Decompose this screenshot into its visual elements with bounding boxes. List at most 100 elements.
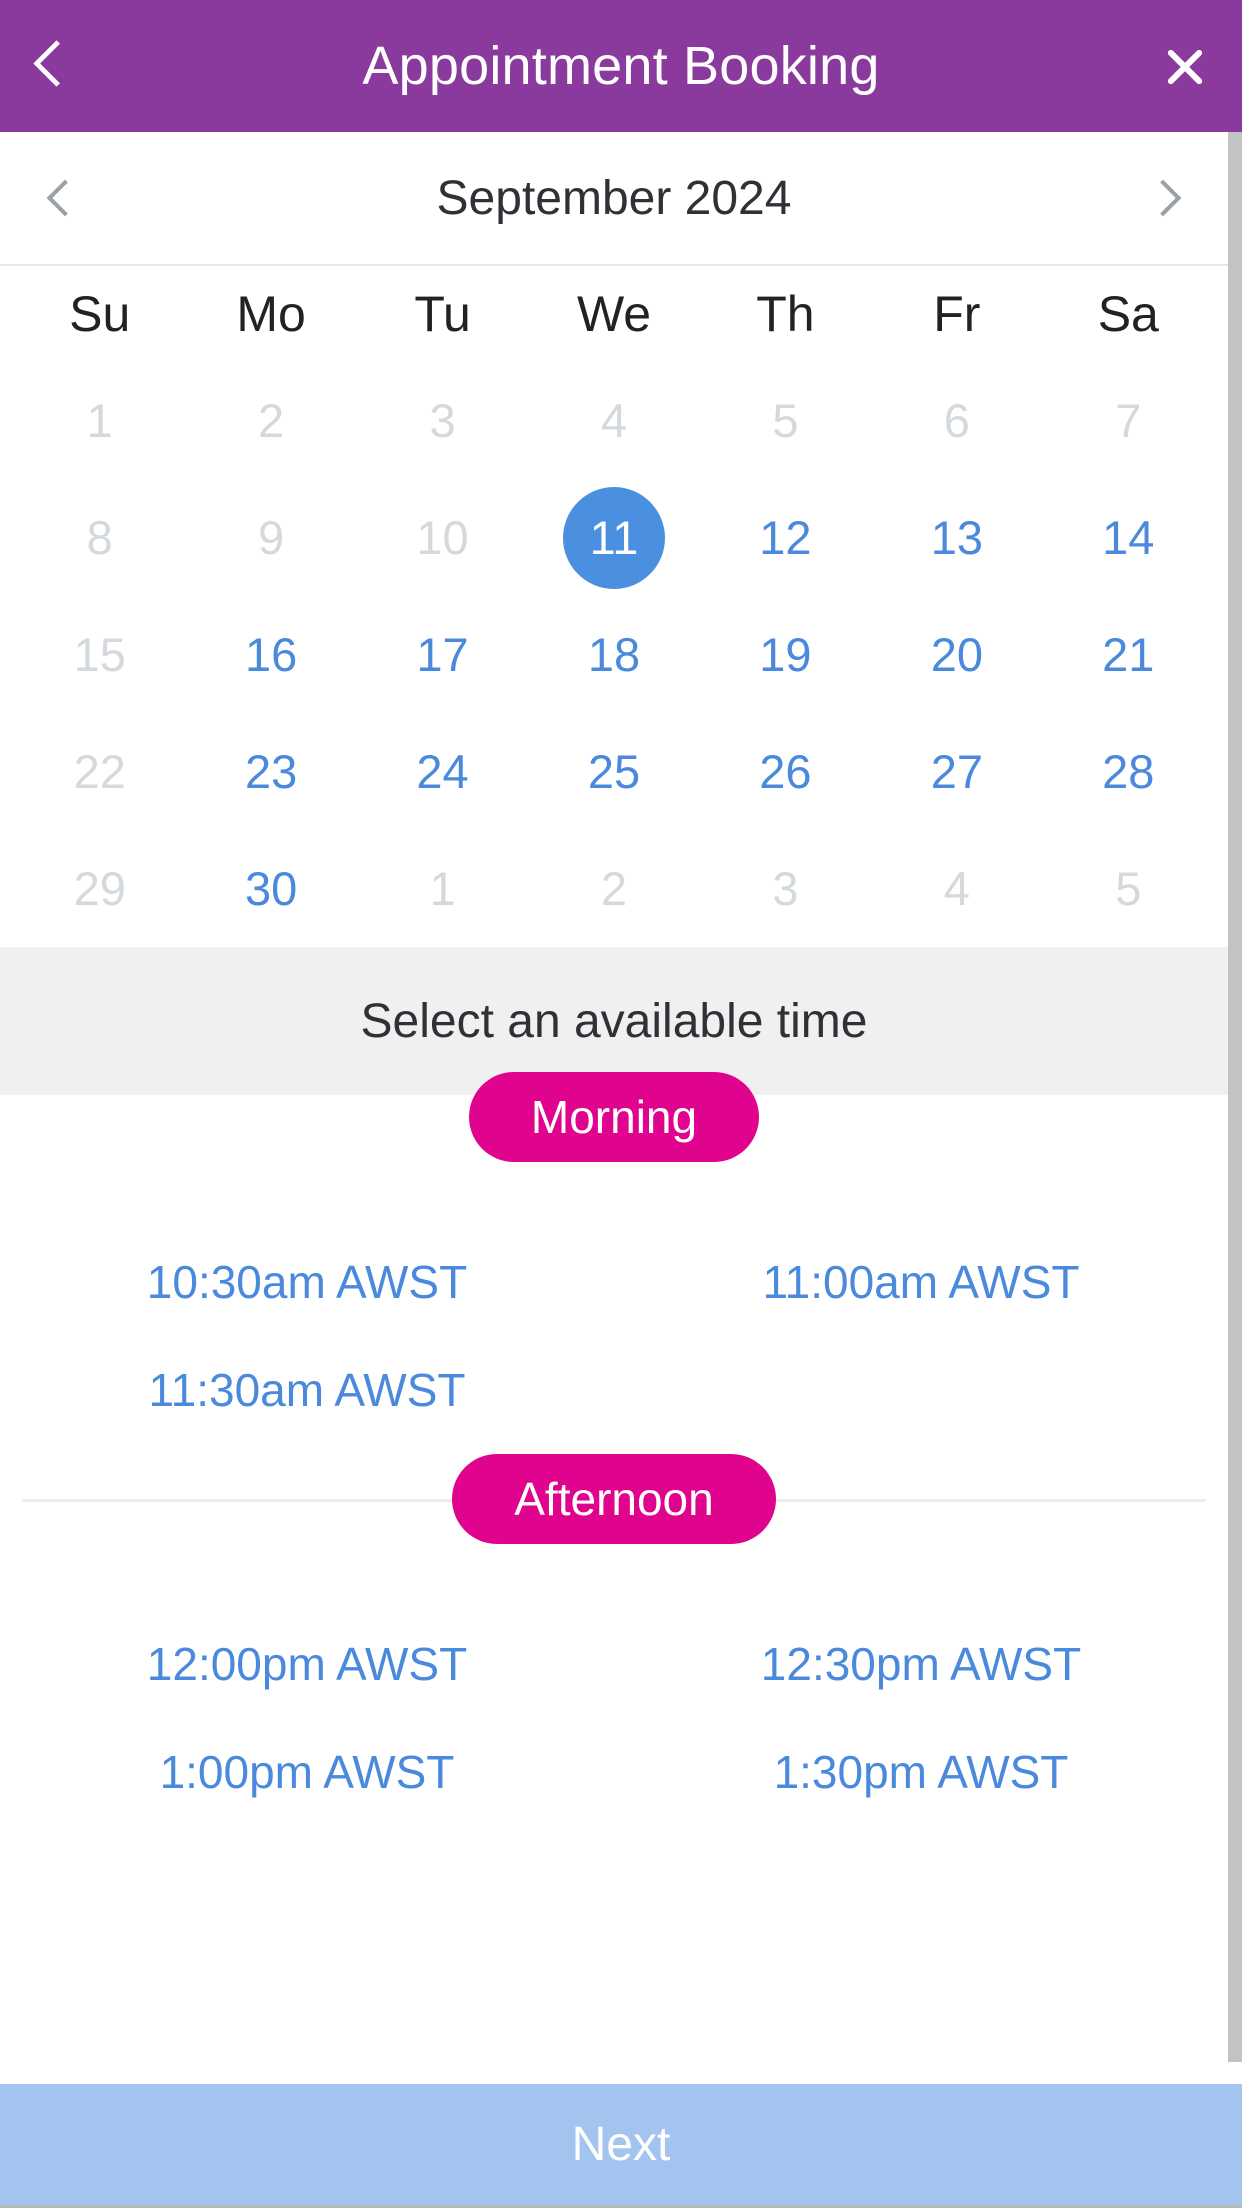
calendar-day-cell[interactable]: 26 [700, 713, 871, 830]
calendar-day-cell[interactable]: 14 [1043, 479, 1214, 596]
page-title: Appointment Booking [362, 36, 880, 96]
calendar-day-cell[interactable]: 21 [1043, 596, 1214, 713]
calendar-day-3: 3 [429, 394, 456, 447]
next-month-button[interactable] [1112, 153, 1188, 243]
calendar-day-1: 1 [429, 862, 456, 915]
calendar-day-30[interactable]: 30 [220, 838, 322, 940]
calendar-day-25[interactable]: 25 [563, 721, 665, 823]
calendar-day-cell[interactable]: 27 [871, 713, 1042, 830]
month-label: September 2024 [436, 171, 792, 225]
time-slot[interactable]: 10:30am AWST [0, 1249, 614, 1315]
time-slot[interactable]: 1:30pm AWST [614, 1739, 1228, 1805]
close-icon [1160, 42, 1208, 90]
previous-month-button[interactable] [40, 153, 116, 243]
calendar-day-16[interactable]: 16 [220, 604, 322, 706]
calendar-day-cell: 1 [357, 830, 528, 947]
weekday-label-we: We [576, 286, 652, 342]
calendar-day-cell[interactable]: 20 [871, 596, 1042, 713]
calendar-week-row: 22 23 24 25 26 27 28 [14, 713, 1214, 830]
calendar-day-22: 22 [73, 745, 126, 798]
calendar-day-cell[interactable]: 17 [357, 596, 528, 713]
calendar-day-cell[interactable]: 24 [357, 713, 528, 830]
chevron-left-icon [46, 179, 84, 217]
calendar-day-13[interactable]: 13 [906, 487, 1008, 589]
close-button[interactable] [1138, 26, 1208, 106]
time-slot[interactable]: 12:30pm AWST [614, 1631, 1228, 1697]
calendar-day-5: 5 [1115, 862, 1142, 915]
calendar-day-2: 2 [600, 862, 628, 915]
calendar-day-15: 15 [73, 628, 126, 681]
month-navigation: September 2024 [0, 132, 1228, 266]
weekday-label-sa: Sa [1097, 286, 1159, 342]
calendar-day-cell[interactable]: 18 [528, 596, 699, 713]
chevron-left-icon [34, 38, 64, 94]
calendar-day-cell: 6 [871, 362, 1042, 479]
calendar-day-cell: 15 [14, 596, 185, 713]
calendar-day-26[interactable]: 26 [734, 721, 836, 823]
calendar-day-cell[interactable]: 28 [1043, 713, 1214, 830]
calendar-day-cell[interactable]: 30 [185, 830, 356, 947]
period-pill-afternoon[interactable]: Afternoon [452, 1454, 776, 1544]
calendar-week-row: 1 2 3 4 5 6 7 [14, 362, 1214, 479]
scroll-region: September 2024 Su Mo Tu We Th Fr Sa 1234… [0, 132, 1242, 2084]
calendar-day-28[interactable]: 28 [1077, 721, 1179, 823]
calendar-day-19[interactable]: 19 [734, 604, 836, 706]
calendar-day-18[interactable]: 18 [563, 604, 665, 706]
time-slot[interactable]: 12:00pm AWST [0, 1631, 614, 1697]
calendar-day-cell: 3 [700, 830, 871, 947]
calendar-day-cell[interactable]: 23 [185, 713, 356, 830]
calendar-day-cell: 4 [871, 830, 1042, 947]
calendar-day-11-selected[interactable]: 11 [562, 486, 665, 589]
calendar-day-9: 9 [258, 511, 285, 564]
calendar-day-2: 2 [258, 394, 285, 447]
scroll-content: September 2024 Su Mo Tu We Th Fr Sa 1234… [0, 132, 1228, 2084]
calendar-day-20[interactable]: 20 [906, 604, 1008, 706]
calendar-day-17[interactable]: 17 [392, 604, 494, 706]
next-button-label: Next [571, 2118, 671, 2171]
calendar-day-cell: 10 [357, 479, 528, 596]
calendar-grid: Su Mo Tu We Th Fr Sa 1 2 3 4 5 6 7 8 9 10 11 12 13 14… [0, 266, 1228, 947]
time-slot[interactable]: 11:30am AWST [0, 1357, 614, 1423]
calendar-day-cell[interactable]: 16 [185, 596, 356, 713]
time-slot-groups: Morning 10:30am AWST 11:00am AWST 11:30am A… [0, 1051, 1228, 1815]
time-slot[interactable]: 1:00pm AWST [0, 1739, 614, 1805]
back-button[interactable] [34, 26, 104, 106]
period-pill-morning[interactable]: Morning [468, 1072, 760, 1162]
weekday-label-mo: Mo [236, 286, 306, 342]
calendar-day-24[interactable]: 24 [392, 721, 494, 823]
calendar-day-27[interactable]: 27 [906, 721, 1008, 823]
calendar-day-cell: 9 [185, 479, 356, 596]
calendar-day-8: 8 [86, 511, 113, 564]
calendar-day-cell: 2 [185, 362, 356, 479]
calendar-day-5: 5 [772, 394, 799, 447]
select-time-heading: Select an available time [360, 994, 868, 1048]
calendar-day-cell[interactable]: 11 [528, 479, 699, 596]
time-period-header: Morning [0, 1051, 1228, 1183]
scrollbar-thumb[interactable] [1228, 132, 1242, 2062]
time-slot[interactable]: 11:00am AWST [614, 1249, 1228, 1315]
scrollbar-track[interactable] [1228, 132, 1242, 2084]
calendar-day-cell[interactable]: 25 [528, 713, 699, 830]
calendar-day-21[interactable]: 21 [1077, 604, 1179, 706]
time-period-header: Afternoon [0, 1433, 1228, 1565]
calendar-day-cell[interactable]: 13 [871, 479, 1042, 596]
calendar-day-cell: 8 [14, 479, 185, 596]
calendar-day-14[interactable]: 14 [1077, 487, 1179, 589]
calendar-week-row: 29 30 1 2 3 4 5 [14, 830, 1214, 947]
calendar-weeks: 1 2 3 4 5 6 7 8 9 10 11 12 13 14 15 16 17 18 19 20 21 22 23 24 2… [14, 362, 1214, 947]
calendar-day-12[interactable]: 12 [734, 487, 836, 589]
calendar-day-cell: 7 [1043, 362, 1214, 479]
calendar-day-cell: 5 [1043, 830, 1214, 947]
app-header: Appointment Booking [0, 0, 1242, 132]
appointment-booking-screen: Appointment Booking September 2024 Su Mo… [0, 0, 1242, 2208]
time-slot-grid: 12:00pm AWST 12:30pm AWST 1:00pm AWST 1:30p… [0, 1565, 1228, 1815]
time-slot-grid: 10:30am AWST 11:00am AWST 11:30am AWST [0, 1183, 1228, 1433]
calendar-day-cell: 29 [14, 830, 185, 947]
calendar-day-cell: 4 [528, 362, 699, 479]
calendar-day-cell[interactable]: 19 [700, 596, 871, 713]
next-button[interactable]: Next [0, 2084, 1242, 2208]
calendar-day-4: 4 [943, 862, 970, 915]
calendar-day-7: 7 [1115, 394, 1142, 447]
calendar-day-cell[interactable]: 12 [700, 479, 871, 596]
calendar-day-23[interactable]: 23 [220, 721, 322, 823]
